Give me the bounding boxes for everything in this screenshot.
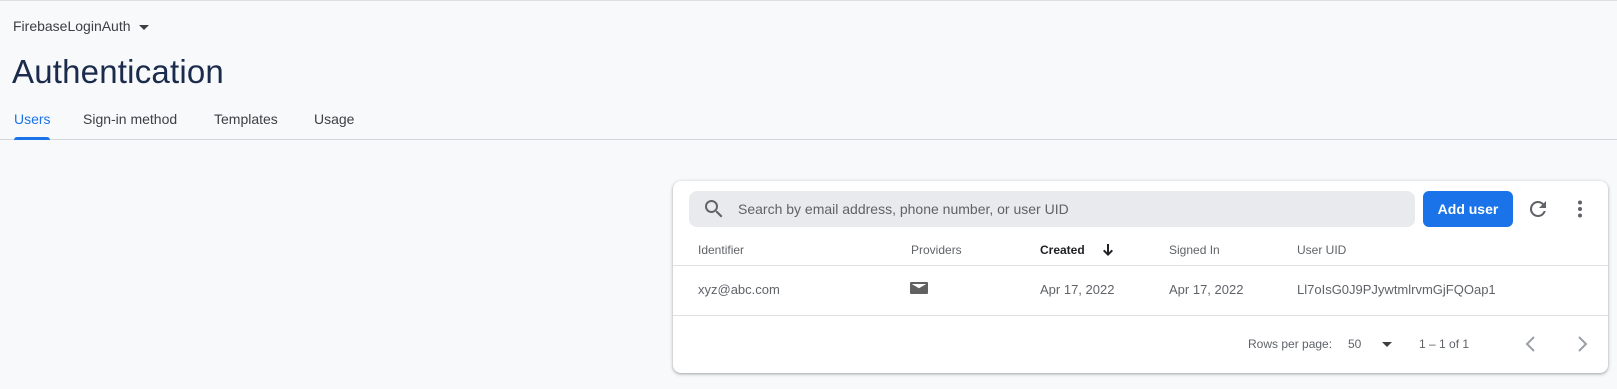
table-row[interactable]: xyz@abc.com Apr 17, 2022 Apr 17, 2022 Ll… <box>673 266 1608 316</box>
rows-per-page-label: Rows per page: <box>1248 337 1333 351</box>
search-box[interactable] <box>689 191 1415 227</box>
search-icon <box>702 197 726 221</box>
add-user-button[interactable]: Add user <box>1423 191 1513 227</box>
arrow-drop-down-icon <box>138 24 149 30</box>
arrow-downward-icon[interactable] <box>1100 242 1116 258</box>
project-switcher[interactable]: FirebaseLoginAuth <box>13 18 149 34</box>
authentication-tabs: Users Sign-in method Templates Usage <box>0 105 1617 140</box>
page-title: Authentication <box>12 53 224 90</box>
search-input[interactable] <box>736 191 1415 227</box>
tab-users[interactable]: Users <box>14 111 51 140</box>
chevron-right-icon[interactable] <box>1570 332 1594 356</box>
more-vertical-icon[interactable] <box>1568 197 1592 221</box>
refresh-icon[interactable] <box>1526 197 1550 221</box>
chevron-left-icon[interactable] <box>1519 332 1543 356</box>
identifier-cell: xyz@abc.com <box>698 282 780 297</box>
column-header-identifier: Identifier <box>698 243 745 257</box>
tab-usage[interactable]: Usage <box>314 111 354 139</box>
project-name: FirebaseLoginAuth <box>13 18 131 34</box>
email-icon <box>909 278 929 298</box>
column-header-user-uid: User UID <box>1297 243 1347 257</box>
firebase-authentication-page: FirebaseLoginAuth Authentication Users S… <box>0 0 1617 389</box>
table-header-row: Identifier Providers Created Signed In U… <box>673 236 1608 266</box>
user-uid-cell: Ll7oIsG0J9PJywtmlrvmGjFQOap1 <box>1297 282 1496 297</box>
pagination-footer: Rows per page: 50 1 – 1 of 1 <box>673 316 1608 373</box>
pagination-range: 1 – 1 of 1 <box>1419 337 1470 351</box>
column-header-signed-in: Signed In <box>1169 243 1220 257</box>
column-header-providers: Providers <box>911 243 962 257</box>
tab-sign-in-method[interactable]: Sign-in method <box>83 111 177 139</box>
arrow-drop-down-icon <box>1382 342 1392 347</box>
signed-in-cell: Apr 17, 2022 <box>1169 282 1244 297</box>
users-card: Add user Identifier Providers Created <box>673 181 1608 373</box>
rows-per-page-value: 50 <box>1348 337 1362 351</box>
rows-per-page-select[interactable]: 50 <box>1348 334 1400 356</box>
column-header-created-label: Created <box>1040 243 1085 257</box>
created-cell: Apr 17, 2022 <box>1040 282 1115 297</box>
column-header-created[interactable]: Created <box>1040 243 1113 257</box>
tab-templates[interactable]: Templates <box>214 111 278 139</box>
